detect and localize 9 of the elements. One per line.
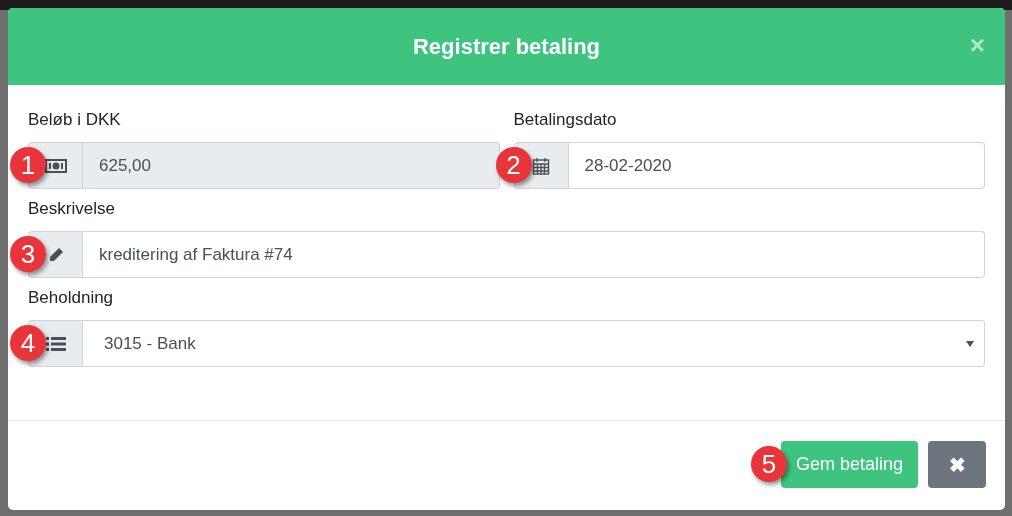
- step-number-tooltip: 1: [10, 147, 46, 183]
- step-number-tooltip: 3: [10, 236, 46, 272]
- step-number-tooltip: 5: [750, 446, 787, 482]
- field-label: Beløb i DKK: [28, 110, 122, 130]
- dialog-title: Registrer betaling: [412, 33, 600, 61]
- field-label: Betalingsdato: [513, 110, 618, 130]
- field-label: Beskrivelse: [28, 199, 116, 219]
- field-label: Beholdning: [28, 288, 115, 308]
- step-number-tooltip: 4: [10, 325, 46, 361]
